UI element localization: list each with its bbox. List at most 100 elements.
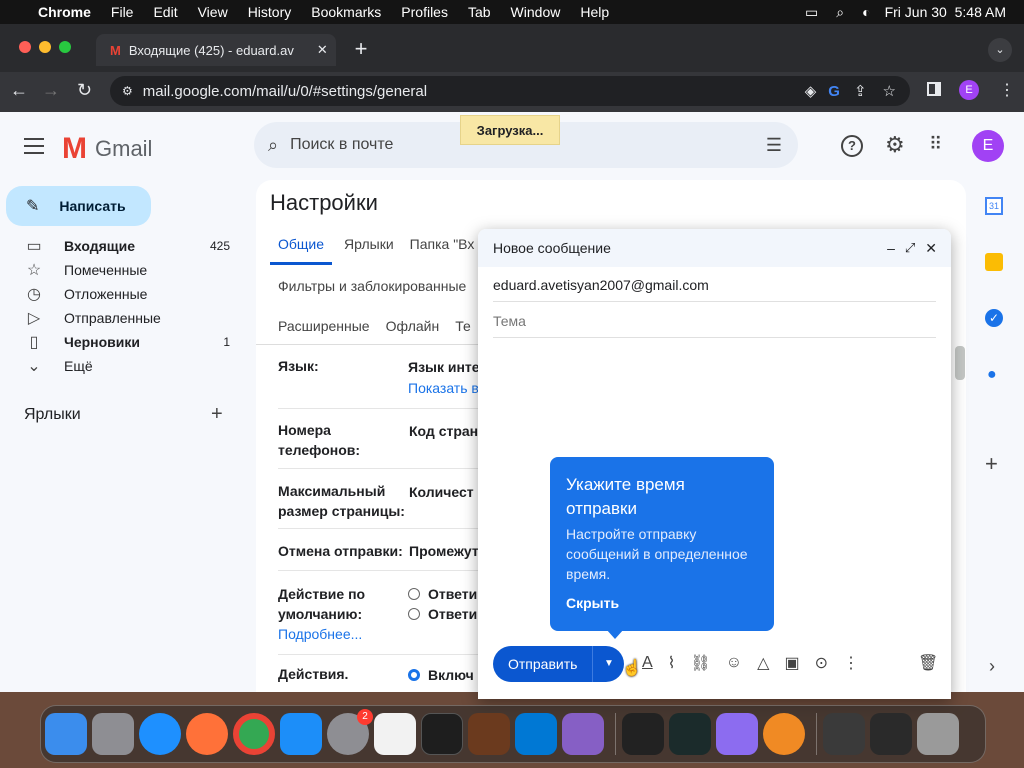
schedule-send-dropdown[interactable]: ▼ — [592, 646, 625, 682]
firefox-icon[interactable] — [186, 713, 228, 755]
nav-item-snoozed[interactable]: ◷ Отложенные — [0, 282, 244, 306]
to-field[interactable]: eduard.avetisyan2007@gmail.com — [493, 277, 709, 293]
radio-checked-icon[interactable] — [408, 669, 420, 681]
apps-grid-icon[interactable]: ⠿ — [929, 134, 942, 155]
screen-mirror-icon[interactable]: ▭ — [805, 4, 818, 21]
menu-profiles[interactable]: Profiles — [401, 4, 448, 20]
potion-app-icon[interactable] — [763, 713, 805, 755]
reply-all-radio-row[interactable]: Ответи — [408, 606, 477, 622]
tab-general[interactable]: Общие — [270, 236, 333, 265]
share-icon[interactable]: ⇪ — [854, 82, 867, 100]
expand-panel-icon[interactable]: › — [989, 656, 995, 677]
tab-labels[interactable]: Ярлыки — [332, 236, 402, 265]
spotlight-icon[interactable]: ⌕ — [836, 4, 844, 21]
menu-bookmarks[interactable]: Bookmarks — [311, 4, 381, 20]
side-panel-icon[interactable] — [927, 82, 941, 96]
enable-radio-row[interactable]: Включ — [408, 667, 474, 683]
radio-unchecked-icon[interactable] — [408, 608, 420, 620]
close-window-button[interactable] — [19, 41, 31, 53]
gmail-logo[interactable]: M Gmail — [62, 132, 152, 166]
activity-monitor-icon[interactable] — [669, 713, 711, 755]
contacts-icon[interactable]: ● — [987, 366, 997, 384]
control-center-icon[interactable]: ◐ — [862, 4, 870, 20]
keep-icon[interactable] — [985, 253, 1003, 271]
tab-offline[interactable]: Офлайн — [386, 318, 440, 334]
tooltip-dismiss-button[interactable]: Скрыть — [566, 595, 619, 611]
piano-icon[interactable] — [622, 713, 664, 755]
menu-window[interactable]: Window — [511, 4, 561, 20]
discard-icon[interactable]: 🗑 — [918, 653, 938, 673]
nav-item-starred[interactable]: ☆ Помеченные — [0, 258, 244, 282]
app-store-icon[interactable] — [280, 713, 322, 755]
garageband-icon[interactable] — [468, 713, 510, 755]
clock[interactable]: Fri Jun 30 5:48 AM — [885, 4, 1006, 20]
menu-view[interactable]: View — [198, 4, 228, 20]
forward-icon[interactable]: → — [42, 80, 60, 101]
settings-gear-icon[interactable]: ⚙ — [885, 132, 905, 158]
close-icon[interactable]: ✕ — [925, 240, 937, 257]
minimize-icon[interactable]: – — [887, 240, 895, 256]
chrome-icon[interactable] — [233, 713, 275, 755]
tab-close-icon[interactable]: ✕ — [317, 42, 328, 58]
photo-icon[interactable]: ▣ — [784, 653, 799, 673]
subject-input[interactable]: Тема — [493, 313, 526, 329]
downloads-stack-icon[interactable] — [823, 713, 865, 755]
menu-history[interactable]: History — [248, 4, 292, 20]
back-icon[interactable]: ← — [10, 80, 28, 101]
minimize-window-button[interactable] — [39, 41, 51, 53]
new-tab-button[interactable]: + — [350, 38, 372, 60]
main-menu-icon[interactable] — [24, 138, 44, 154]
nav-item-sent[interactable]: ▷ Отправленные — [0, 306, 244, 330]
calendar-icon[interactable]: 31 — [985, 197, 1003, 215]
tab-inbox[interactable]: Папка "Вх — [402, 236, 483, 265]
menu-app[interactable]: Chrome — [38, 4, 91, 20]
menu-edit[interactable]: Edit — [153, 4, 177, 20]
trash-icon[interactable] — [917, 713, 959, 755]
help-icon[interactable]: ? — [841, 135, 863, 157]
nav-item-inbox[interactable]: ▭ Входящие 425 — [0, 234, 244, 258]
tab-themes[interactable]: Те — [455, 318, 471, 334]
learn-more-link[interactable]: Подробнее... — [278, 626, 362, 642]
formatting-icon[interactable]: A — [642, 654, 653, 672]
nav-item-more[interactable]: ⌄ Ещё — [0, 354, 244, 378]
confidential-icon[interactable]: ⊙ — [815, 653, 828, 673]
attach-icon[interactable]: ⌇ — [668, 653, 676, 673]
finder-icon[interactable] — [45, 713, 87, 755]
fullscreen-icon[interactable]: ⤢ — [905, 240, 915, 256]
vscode-icon[interactable] — [515, 713, 557, 755]
extension-icon[interactable]: ◈ — [805, 82, 817, 100]
tab-advanced[interactable]: Расширенные — [278, 318, 370, 334]
address-bar[interactable]: ⚙ mail.google.com/mail/u/0/#settings/gen… — [110, 76, 910, 106]
profile-avatar[interactable]: E — [959, 80, 979, 100]
system-settings-icon[interactable]: 2 — [327, 709, 373, 755]
menu-help[interactable]: Help — [580, 4, 609, 20]
launchpad-icon[interactable] — [92, 713, 134, 755]
get-addons-icon[interactable]: + — [985, 451, 998, 477]
more-options-icon[interactable]: ⋮ — [843, 653, 859, 673]
tasks-icon[interactable]: ✓ — [985, 309, 1003, 327]
storage-icon[interactable] — [716, 713, 758, 755]
bookmark-star-icon[interactable]: ☆ — [883, 82, 896, 100]
radio-unchecked-icon[interactable] — [408, 588, 420, 600]
compose-button[interactable]: ✎ Написать — [6, 186, 151, 226]
screenshots-stack-icon[interactable] — [870, 713, 912, 755]
link-icon[interactable]: ⛓ — [690, 653, 710, 673]
zoom-window-button[interactable] — [59, 41, 71, 53]
terminal-icon[interactable] — [421, 713, 463, 755]
menu-tab[interactable]: Tab — [468, 4, 491, 20]
search-icon[interactable]: ⌕ — [268, 135, 278, 156]
reload-icon[interactable]: ↻ — [77, 80, 92, 101]
menu-file[interactable]: File — [111, 4, 134, 20]
search-options-icon[interactable]: ☰ — [766, 135, 782, 156]
chrome-menu-icon[interactable]: ⋮ — [999, 80, 1015, 100]
tab-filters[interactable]: Фильтры и заблокированные — [278, 278, 466, 294]
add-label-icon[interactable]: + — [211, 403, 223, 426]
compose-header[interactable]: Новое сообщение – ⤢ ✕ — [478, 229, 951, 267]
safari-icon[interactable] — [139, 713, 181, 755]
textedit-icon[interactable] — [374, 713, 416, 755]
browser-tab[interactable]: M Входящие (425) - eduard.av ✕ — [96, 34, 336, 66]
google-lens-icon[interactable]: G — [828, 83, 840, 100]
send-button[interactable]: Отправить — [493, 646, 593, 682]
tab-search-icon[interactable]: ⌄ — [988, 38, 1012, 62]
nav-item-drafts[interactable]: ▯ Черновики 1 — [0, 330, 244, 354]
